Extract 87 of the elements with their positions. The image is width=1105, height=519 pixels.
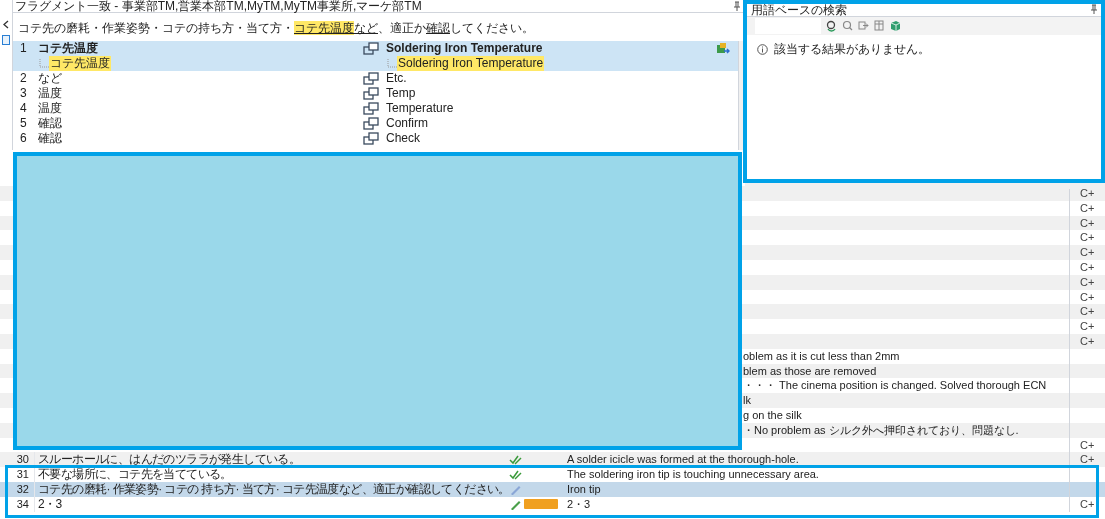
no-results-message: 該当する結果がありません。 xyxy=(774,41,930,58)
target-term: Soldering Iron Temperature xyxy=(386,41,543,56)
row-number: 5 xyxy=(19,116,28,131)
scrollbar[interactable] xyxy=(738,41,744,150)
copy-icon xyxy=(363,132,379,145)
source-term: 温度 xyxy=(38,101,62,116)
status-label: C+ xyxy=(1080,187,1095,199)
segment-number: 34 xyxy=(0,496,35,512)
tree-connector-icon xyxy=(39,58,49,69)
match-row[interactable]: 2 など Etc. xyxy=(13,71,738,86)
matched-term: Soldering Iron Temperature xyxy=(397,56,545,71)
source-text: 2・3 xyxy=(38,496,62,511)
status-label: C+ xyxy=(1080,261,1095,273)
source-term: コテ先温度 xyxy=(38,41,98,56)
status-label: C+ xyxy=(1080,497,1095,510)
cube-icon xyxy=(890,20,901,32)
export-button[interactable] xyxy=(858,20,869,32)
panel-title: フラグメント一致 - 事業部TM,営業本部TM,MyTM,MyTM事業所,マーケ部TM xyxy=(15,0,422,12)
match-row[interactable]: 3 温度 Temp xyxy=(13,86,738,101)
pin-icon xyxy=(732,0,742,12)
status-label: C+ xyxy=(1080,201,1095,214)
status-label: C+ xyxy=(1080,334,1095,347)
copy-icon xyxy=(363,102,379,115)
export-icon xyxy=(858,20,869,32)
target-text: g on the silk xyxy=(743,408,802,421)
cube-button[interactable] xyxy=(890,20,901,32)
search-button[interactable] xyxy=(842,20,853,32)
target-term: Confirm xyxy=(386,116,428,131)
status-label: C+ xyxy=(1080,305,1095,318)
copy-icon xyxy=(363,87,379,100)
source-term: など xyxy=(38,71,62,86)
target-text: blem as those are removed xyxy=(743,364,877,377)
row-number: 2 xyxy=(19,71,28,86)
target-term: Etc. xyxy=(386,71,407,86)
copy-icon xyxy=(363,42,379,55)
source-term: 確認 xyxy=(38,131,62,146)
copy-icon xyxy=(363,72,379,85)
target-term: Temp xyxy=(386,86,416,101)
table-button[interactable] xyxy=(874,20,885,32)
add-term-icon xyxy=(716,43,730,55)
match-row[interactable]: 6 確認 Check xyxy=(13,131,738,146)
target-text: A solder icicle was formed at the thorough-hole. xyxy=(567,453,799,466)
source-text: 不要な場所に、コテ先を当てている。 xyxy=(38,467,232,482)
search-icon xyxy=(842,20,853,32)
source-sentence: コテ先の磨耗・作業姿勢・コテの持ち方・当て方・コテ先温度など、適正か確認してください。 xyxy=(18,21,534,35)
selected-match-row[interactable]: 1 コテ先温度 コテ先温度 Soldering Iron Temperature Soldering Iron Temperature xyxy=(13,41,738,71)
target-text: 2・3 xyxy=(567,497,591,510)
target-text: The soldering iron tip is touching unnecessary area. xyxy=(567,468,819,481)
segment-number: 31 xyxy=(0,467,35,482)
pin-icon xyxy=(1089,4,1099,15)
target-text: oblem as it is cut less than 2mm xyxy=(743,349,900,362)
matched-term: コテ先温度 xyxy=(49,56,111,71)
source-term: 温度 xyxy=(38,86,62,101)
target-text: ・No problem as シルク外へ押印されており、問題なし. xyxy=(743,423,1019,436)
row-number: 6 xyxy=(19,131,28,146)
refresh-button[interactable] xyxy=(826,20,837,32)
target-term: Check xyxy=(386,131,420,146)
tree-connector-icon xyxy=(387,58,397,69)
panel-title: 用語ベースの検索 xyxy=(751,1,847,19)
target-text: ・・・ The cinema position is changed. Solved thorough ECN xyxy=(743,379,1047,392)
segment-number: 32 xyxy=(0,481,35,497)
document-icon xyxy=(2,35,10,45)
copy-icon xyxy=(363,117,379,130)
status-label: C+ xyxy=(1080,275,1095,288)
target-text: Iron tip xyxy=(567,482,601,495)
search-field[interactable] xyxy=(755,18,821,34)
match-row[interactable]: 4 温度 Temperature xyxy=(13,101,738,116)
status-label: C+ xyxy=(1080,320,1095,333)
source-text: コテ先の磨耗· 作業姿勢· コテの 持ち方· 当て方· コテ先温度など、適正か確認してください。 xyxy=(38,481,510,496)
row-number: 1 xyxy=(19,41,28,57)
status-label: C+ xyxy=(1080,453,1095,466)
status-label: C+ xyxy=(1080,290,1095,303)
source-text: スルーホールに、はんだのツララが発生している。 xyxy=(38,452,301,467)
row-number: 3 xyxy=(19,86,28,101)
status-label: C+ xyxy=(1080,216,1095,229)
status-label: C+ xyxy=(1080,231,1095,244)
status-label: C+ xyxy=(1080,438,1095,451)
table-icon xyxy=(874,20,885,32)
chevron-icon xyxy=(3,20,9,29)
target-term: Temperature xyxy=(386,101,454,116)
target-text: lk xyxy=(743,394,751,407)
status-label: C+ xyxy=(1080,246,1095,259)
info-icon xyxy=(757,43,768,55)
row-number: 4 xyxy=(19,101,28,116)
refresh-icon xyxy=(826,20,837,32)
match-row[interactable]: 5 確認 Confirm xyxy=(13,116,738,131)
source-term: 確認 xyxy=(38,116,62,131)
